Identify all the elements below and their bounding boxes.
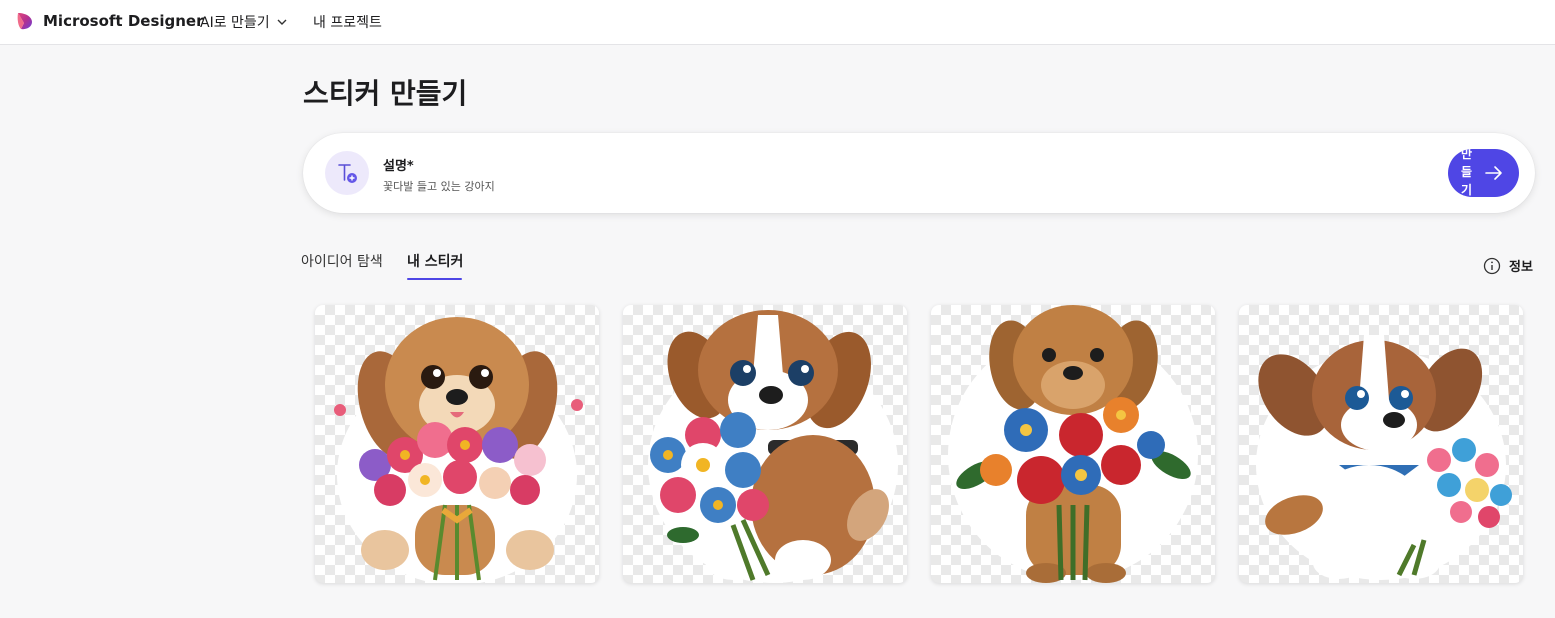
- page-title: 스티커 만들기: [303, 77, 468, 110]
- active-tab-indicator: [407, 278, 462, 280]
- sticker-card[interactable]: [931, 305, 1215, 583]
- sticker-card[interactable]: [315, 305, 599, 583]
- top-bar: Microsoft Designer AI로 만들기 내 프로젝트: [0, 0, 1555, 45]
- info-label: 정보: [1509, 260, 1533, 275]
- puppy-bouquet-sticker-image: [334, 317, 583, 583]
- sticker-card[interactable]: [623, 305, 907, 583]
- puppy-bouquet-sticker-image: [648, 310, 898, 583]
- nav-my-projects[interactable]: 내 프로젝트: [313, 12, 382, 32]
- prompt-box: 설명* 만들기: [303, 133, 1535, 213]
- info-button[interactable]: 정보: [1483, 256, 1533, 275]
- description-label: 설명*: [383, 159, 414, 174]
- nav-create-with-ai[interactable]: AI로 만들기: [200, 12, 288, 32]
- info-icon: [1483, 257, 1501, 274]
- arrow-right-icon: [1485, 166, 1502, 180]
- puppy-bouquet-sticker-image: [1256, 335, 1512, 580]
- sticker-card[interactable]: [1239, 305, 1523, 583]
- tab-explore-ideas[interactable]: 아이디어 탐색: [301, 251, 383, 271]
- nav-create-with-ai-label: AI로 만들기: [200, 15, 270, 31]
- brand-name[interactable]: Microsoft Designer: [43, 12, 204, 30]
- tab-my-stickers[interactable]: 내 스티커: [407, 251, 463, 271]
- create-button[interactable]: 만들기: [1448, 149, 1519, 197]
- puppy-bouquet-sticker-image: [948, 305, 1198, 583]
- description-input[interactable]: [383, 179, 1283, 192]
- text-add-icon: [325, 151, 369, 195]
- create-button-label: 만들기: [1460, 149, 1473, 197]
- chevron-down-icon: [277, 19, 287, 25]
- designer-logo-icon[interactable]: [15, 11, 35, 31]
